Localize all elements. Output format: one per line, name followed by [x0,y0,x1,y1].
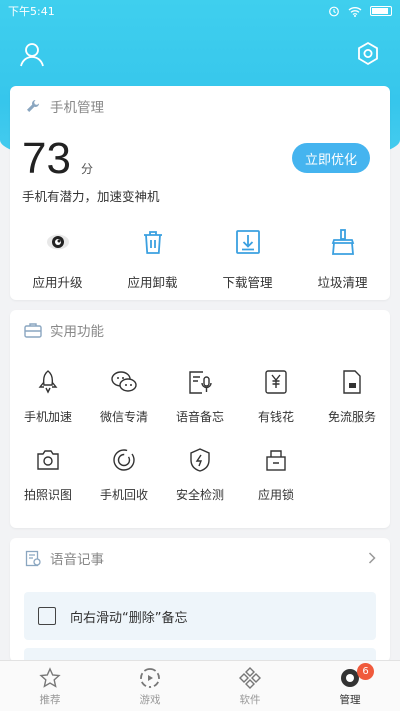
phone-recycle-button[interactable]: 手机回收 [86,442,162,520]
app-lock-button[interactable]: 应用锁 [238,442,314,520]
memo-item[interactable]: 向右滑动“删除”备忘 [24,592,376,640]
security-check-label: 安全检测 [175,488,224,502]
download-icon [232,226,264,258]
game-icon [140,668,160,688]
free-data-label: 免流服务 [327,410,376,424]
tab-recommend-label: 推荐 [39,694,61,706]
top-bar [0,36,400,72]
money-button[interactable]: 有钱花 [238,364,314,442]
alarm-icon [329,6,339,17]
phone-recycle-label: 手机回收 [99,488,148,502]
yuan-icon [262,368,290,396]
rocket-icon [34,368,62,396]
lock-icon [262,446,290,474]
sim-card-icon [338,368,366,396]
phone-speedup-button[interactable]: 手机加速 [10,364,86,442]
shield-icon [186,446,214,474]
tab-manage-label: 管理 [339,694,361,706]
voice-memo-button[interactable]: 语音备忘 [162,364,238,442]
phone-speedup-label: 手机加速 [23,410,72,424]
voice-notes-header[interactable]: 语音记事 [10,538,390,578]
tab-recommend[interactable]: 推荐 [0,661,100,711]
status-time: 下午5:41 [8,5,55,18]
junk-clean-label: 垃圾清理 [317,275,368,290]
optimize-button[interactable]: 立即优化 [292,143,370,173]
wrench-icon [24,97,42,115]
app-uninstall-label: 应用卸载 [127,275,178,290]
battery-icon [370,6,392,16]
tab-games[interactable]: 游戏 [100,661,200,711]
settings-icon[interactable] [354,40,382,68]
app-upgrade-label: 应用升级 [32,275,83,290]
score-value: 73 [22,134,71,183]
memo-checkbox[interactable] [38,607,56,625]
app-upgrade-button[interactable]: 应用升级 [10,226,105,291]
score-subtitle: 手机有潜力，加速变神机 [22,189,160,204]
chevron-right-icon[interactable] [368,552,376,564]
junk-clean-button[interactable]: 垃圾清理 [295,226,390,291]
wechat-clean-button[interactable]: 微信专清 [86,364,162,442]
star-icon [39,667,61,688]
notification-badge: 6 [357,663,374,680]
wechat-clean-label: 微信专清 [99,410,148,424]
utilities-title: 实用功能 [50,324,104,340]
utilities-header: 实用功能 [10,310,390,350]
profile-icon[interactable] [18,40,46,68]
software-icon [239,667,261,689]
free-data-button[interactable]: 免流服务 [314,364,390,442]
utilities-card: 实用功能 手机加速 微信专清 语音备忘 有钱花 免流服务 拍照识图 手机回收 安… [10,310,390,528]
voice-memo-icon [186,368,214,396]
wifi-icon [348,6,362,17]
memo-text: 向右滑动“删除”备忘 [70,610,188,626]
download-manage-label: 下载管理 [222,275,273,290]
security-check-button[interactable]: 安全检测 [162,442,238,520]
status-bar: 下午5:41 [0,0,400,22]
recycle-icon [110,446,138,474]
photo-recognize-button[interactable]: 拍照识图 [10,442,86,520]
app-uninstall-button[interactable]: 应用卸载 [105,226,200,291]
score-unit: 分 [80,162,93,176]
bottom-tab-bar: 推荐 游戏 软件 6 管理 [0,660,400,711]
note-icon [24,549,42,567]
voice-memo-label: 语音备忘 [175,410,224,424]
voice-notes-title: 语音记事 [50,552,104,568]
phone-manage-title: 手机管理 [50,100,104,116]
toolbox-icon [24,321,42,339]
trash-icon [137,226,169,258]
camera-icon [34,446,62,474]
phone-manage-header: 手机管理 [10,86,390,126]
app-upgrade-icon [42,226,74,258]
tab-games-label: 游戏 [139,694,161,706]
tab-software[interactable]: 软件 [200,661,300,711]
app-lock-label: 应用锁 [257,488,294,502]
voice-notes-card: 语音记事 向右滑动“删除”备忘 [10,538,390,662]
broom-icon [327,226,359,258]
tab-software-label: 软件 [239,694,261,706]
wechat-icon [110,368,138,396]
download-manage-button[interactable]: 下载管理 [200,226,295,291]
photo-recognize-label: 拍照识图 [23,488,72,502]
money-label: 有钱花 [257,410,294,424]
tab-manage[interactable]: 6 管理 [300,661,400,711]
phone-manage-card: 手机管理 73 分 手机有潜力，加速变神机 立即优化 应用升级 应用卸载 下载管… [10,86,390,300]
